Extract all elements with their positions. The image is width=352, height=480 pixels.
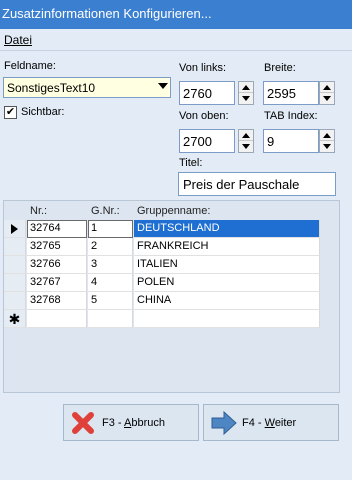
cell-gruppenname[interactable]	[134, 310, 320, 328]
weiter-key: F4 -	[242, 417, 265, 429]
grid-header-row: Nr.: G.Nr.: Gruppenname:	[4, 203, 339, 221]
menu-datei[interactable]: Datei	[4, 33, 32, 47]
row-selector[interactable]: ✱	[4, 310, 26, 328]
gruppen-grid[interactable]: Nr.: G.Nr.: Gruppenname: 32764 1 DEUTSCH…	[3, 200, 340, 393]
tab-index-decrement-button[interactable]	[320, 141, 334, 152]
column-header-nr[interactable]: Nr.:	[27, 203, 87, 221]
breite-label: Breite:	[264, 62, 296, 74]
von-links-input[interactable]: 2760	[179, 81, 235, 105]
tab-index-increment-button[interactable]	[320, 130, 334, 141]
cell-gnr[interactable]: 2	[88, 238, 133, 256]
new-row-icon: ✱	[8, 310, 21, 327]
weiter-label: F4 - Weiter	[242, 417, 296, 429]
arrow-up-icon	[242, 84, 250, 90]
table-row[interactable]: 32766 3 ITALIEN	[4, 256, 339, 274]
von-oben-input[interactable]: 2700	[179, 129, 235, 153]
cell-nr[interactable]: 32766	[27, 256, 87, 274]
arrow-down-icon	[242, 144, 250, 149]
cell-nr[interactable]	[27, 310, 87, 328]
tab-index-spinner[interactable]	[319, 129, 335, 153]
tab-index-label: TAB Index:	[264, 110, 318, 122]
sichtbar-checkbox[interactable]: ✔	[4, 106, 17, 119]
cell-gnr[interactable]: 4	[88, 274, 133, 292]
row-selector[interactable]	[4, 220, 26, 238]
weiter-button[interactable]: F4 - Weiter	[203, 404, 339, 441]
von-oben-increment-button[interactable]	[239, 130, 253, 141]
von-links-label: Von links:	[179, 62, 227, 74]
arrow-up-icon	[242, 132, 250, 138]
arrow-down-icon	[242, 96, 250, 101]
row-selector[interactable]	[4, 292, 26, 310]
row-selector[interactable]	[4, 238, 26, 256]
menu-datei-label: Datei	[4, 33, 33, 47]
feldname-label: Feldname:	[4, 60, 56, 72]
cell-gruppenname[interactable]: DEUTSCHLAND	[134, 220, 320, 238]
von-oben-spinner[interactable]	[238, 129, 254, 153]
cell-gnr[interactable]: 3	[88, 256, 133, 274]
breite-decrement-button[interactable]	[320, 93, 334, 104]
cell-gnr[interactable]: 1	[88, 220, 133, 238]
new-row[interactable]: ✱	[4, 310, 339, 328]
grid-corner	[4, 203, 26, 221]
weiter-mnemonic: W	[264, 417, 275, 429]
cell-nr[interactable]: 32767	[27, 274, 87, 292]
checkmark-icon: ✔	[5, 106, 16, 118]
breite-spinner[interactable]	[319, 81, 335, 105]
weiter-rest: eiter	[274, 417, 297, 429]
arrow-up-icon	[323, 132, 331, 138]
column-header-gnr[interactable]: G.Nr.:	[88, 203, 133, 221]
row-selector[interactable]	[4, 256, 26, 274]
sichtbar-label: Sichtbar:	[21, 106, 65, 118]
menu-bar: Datei	[0, 29, 352, 51]
breite-increment-button[interactable]	[320, 82, 334, 93]
cell-nr[interactable]: 32768	[27, 292, 87, 310]
cell-nr[interactable]: 32764	[27, 220, 87, 238]
cell-gruppenname[interactable]: POLEN	[134, 274, 320, 292]
abbruch-key: F3 -	[102, 417, 125, 429]
row-selector[interactable]	[4, 274, 26, 292]
table-row[interactable]: 32765 2 FRANKREICH	[4, 238, 339, 256]
tab-index-input[interactable]: 9	[263, 129, 319, 153]
table-row[interactable]: 32767 4 POLEN	[4, 274, 339, 292]
von-links-spinner[interactable]	[238, 81, 254, 105]
arrow-right-icon	[211, 410, 237, 436]
table-row[interactable]: 32768 5 CHINA	[4, 292, 339, 310]
cell-gruppenname[interactable]: ITALIEN	[134, 256, 320, 274]
abbruch-rest: bbruch	[131, 417, 165, 429]
cell-gruppenname[interactable]: FRANKREICH	[134, 238, 320, 256]
window-title: Zusatzinformationen Konfigurieren...	[0, 0, 352, 29]
abbruch-button[interactable]: F3 - Abbruch	[63, 404, 199, 441]
arrow-down-icon	[323, 144, 331, 149]
dropdown-arrow-icon[interactable]	[158, 83, 168, 89]
cancel-x-icon	[72, 412, 94, 434]
von-oben-decrement-button[interactable]	[239, 141, 253, 152]
abbruch-label: F3 - Abbruch	[102, 417, 165, 429]
von-links-decrement-button[interactable]	[239, 93, 253, 104]
cell-gnr[interactable]: 5	[88, 292, 133, 310]
cell-gruppenname[interactable]: CHINA	[134, 292, 320, 310]
arrow-down-icon	[323, 96, 331, 101]
von-links-increment-button[interactable]	[239, 82, 253, 93]
column-header-gruppenname[interactable]: Gruppenname:	[134, 203, 320, 221]
titel-label: Titel:	[179, 157, 203, 169]
von-oben-label: Von oben:	[179, 110, 229, 122]
cell-gnr[interactable]	[88, 310, 133, 328]
cell-nr[interactable]: 32765	[27, 238, 87, 256]
current-row-arrow-icon	[11, 223, 18, 234]
feldname-select[interactable]: SonstigesText10	[3, 77, 171, 98]
breite-input[interactable]: 2595	[263, 81, 319, 105]
titel-input[interactable]: Preis der Pauschale	[178, 172, 336, 196]
feldname-value: SonstigesText10	[7, 81, 96, 95]
table-row[interactable]: 32764 1 DEUTSCHLAND	[4, 220, 339, 238]
arrow-up-icon	[323, 84, 331, 90]
